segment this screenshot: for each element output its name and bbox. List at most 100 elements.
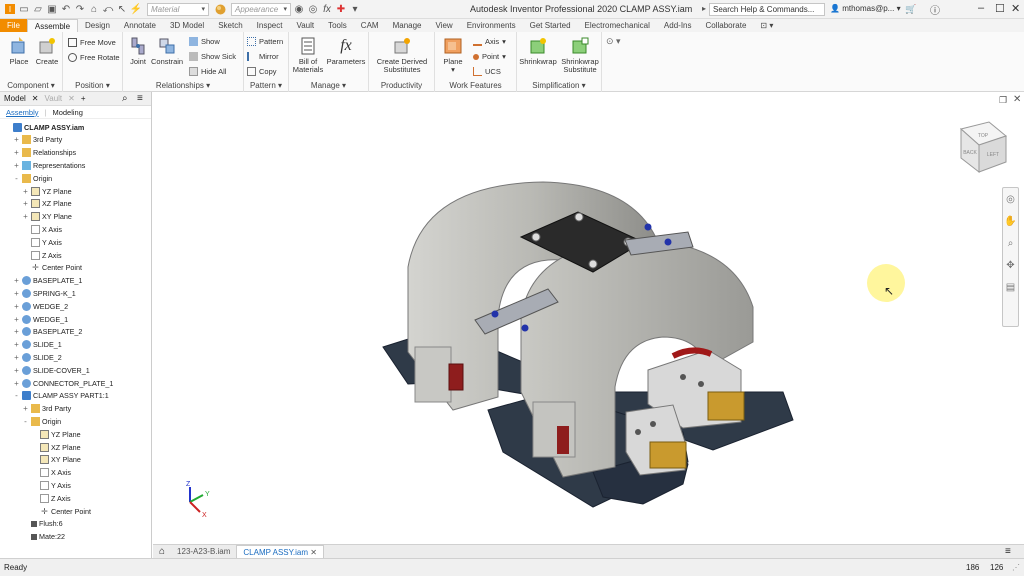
expand-toggle-icon[interactable]: + [13,302,20,311]
close-vault-tab-icon[interactable]: ✕ [68,94,75,103]
return-icon[interactable]: ⤺ [102,3,114,15]
tree-item[interactable]: + XY Plane [0,211,72,223]
panel-label-simplification[interactable]: Simplification ▾ [517,81,601,90]
ribbon-tab-get-started[interactable]: Get Started [523,19,578,32]
material-combo[interactable]: Material ▾ [147,2,209,16]
ribbon-tab-view[interactable]: View [429,19,460,32]
expand-toggle-icon[interactable]: - [13,174,20,183]
close-model-tab-icon[interactable]: ✕ [32,94,39,103]
tree-item[interactable]: +3rd Party [0,403,71,415]
expand-toggle-icon[interactable]: + [22,199,29,208]
ribbon-tab-electromechanical[interactable]: Electromechanical [578,19,657,32]
user-account[interactable]: 👤 mthomas@p... ▾ [830,4,901,13]
expand-toggle-icon[interactable]: + [13,353,20,362]
tree-item[interactable]: + Representations [0,159,85,171]
minimize-button[interactable]: – [978,2,984,14]
expand-toggle-icon[interactable]: + [13,327,20,336]
close-doc-tab-icon[interactable]: ✕ [310,548,317,557]
tree-item[interactable]: YZ Plane [0,428,81,440]
tree-item[interactable]: X Axis [0,467,71,479]
ribbon-tab-3d-model[interactable]: 3D Model [163,19,211,32]
ribbon-tab-environments[interactable]: Environments [460,19,523,32]
fx-icon[interactable]: fx [321,3,333,15]
tree-item[interactable]: Flush:6 [0,518,63,530]
save-icon[interactable]: ▣ [46,3,58,15]
tree-item[interactable]: + WEDGE_2 [0,300,68,312]
tree-item[interactable]: + CONNECTOR_PLATE_1 [0,377,113,389]
tree-item[interactable]: + BASEPLATE_1 [0,275,82,287]
panel-label-position[interactable]: Position ▾ [63,81,122,90]
viewport-restore-icon[interactable]: ❐ [999,95,1007,106]
expand-toggle-icon[interactable]: + [13,135,20,144]
pan-icon[interactable]: ✋ [1003,210,1018,232]
ribbon-tab-manage[interactable]: Manage [386,19,429,32]
tree-item[interactable]: + YZ Plane [0,185,72,197]
tree-item[interactable]: Y Axis [0,236,62,248]
tree-item[interactable]: + XZ Plane [0,198,72,210]
ribbon-tab-annotate[interactable]: Annotate [117,19,163,32]
home-icon[interactable]: ⌂ [88,3,100,15]
view-cube[interactable]: TOP BACK LEFT [959,121,1008,174]
undo-icon[interactable]: ↶ [60,3,72,15]
cart-icon[interactable]: 🛒 [905,4,916,15]
subtab-assembly[interactable]: Assembly [6,108,39,117]
expand-toggle-icon[interactable]: + [22,212,29,221]
doc-tab-0[interactable]: 123-A23-B.iam [171,545,236,558]
tree-item[interactable]: - CLAMP ASSY PART1:1 [0,390,109,402]
spring-rear[interactable] [448,363,464,391]
ribbon-tab-sketch[interactable]: Sketch [211,19,249,32]
expand-toggle-icon[interactable]: - [22,417,29,426]
help-icon[interactable]: ⓘ [930,2,940,17]
redo-icon[interactable]: ↷ [74,3,86,15]
mirror-button[interactable]: Mirror [247,51,279,62]
create-derived-substitutes-button[interactable]: Create Derived Substitutes [372,36,432,74]
expand-toggle-icon[interactable]: + [13,161,20,170]
tree-item[interactable]: +3rd Party [0,134,62,146]
tree-item[interactable]: - Origin [0,415,61,427]
expand-toggle-icon[interactable]: + [13,379,20,388]
ribbon-tab-tools[interactable]: Tools [321,19,354,32]
steering-wheel-icon[interactable]: ◎ [1003,188,1018,210]
open-icon[interactable]: ▱ [32,3,44,15]
graphics-viewport[interactable]: TOP BACK LEFT Z Y X ❐ ✕ [153,92,1024,544]
tree-item[interactable]: + SLIDE_1 [0,339,62,351]
ribbon-display-options-icon[interactable]: ⊡ ▾ [753,19,780,32]
assembly-model-view[interactable]: TOP BACK LEFT Z Y X [153,92,1024,544]
zoom-icon[interactable]: ⌕ [1003,232,1018,254]
tree-item[interactable]: XY Plane [0,454,81,466]
clear-appearance-icon[interactable]: ◎ [307,3,319,15]
viewport-close-icon[interactable]: ✕ [1013,94,1021,105]
tree-item[interactable]: + SLIDE_2 [0,351,62,363]
maximize-button[interactable]: ☐ [995,2,1005,15]
browser-search-icon[interactable]: ⌕ [122,93,128,104]
ribbon-tab-assemble[interactable]: Assemble [26,19,79,32]
ribbon-tab-cam[interactable]: CAM [354,19,386,32]
select-icon[interactable]: ↖ [116,3,128,15]
orbit-icon[interactable]: ✥ [1003,254,1018,276]
ucs-button[interactable]: UCS [473,66,501,77]
free-rotate-button[interactable]: Free Rotate [68,52,120,63]
parameters-button[interactable]: fx Parameters [325,36,367,66]
new-icon[interactable]: ▭ [18,3,30,15]
panel-label-manage[interactable]: Manage ▾ [289,81,368,90]
joint-button[interactable]: Joint [127,36,149,66]
plane-button[interactable]: Plane ▾ [439,36,467,74]
show-button[interactable]: Show [189,36,220,47]
ribbon-tab-inspect[interactable]: Inspect [250,19,290,32]
tree-item[interactable]: CLAMP ASSY.iam [0,121,84,133]
expand-toggle-icon[interactable]: + [22,404,29,413]
expand-toggle-icon[interactable]: + [13,340,20,349]
panel-label-relationships[interactable]: Relationships ▾ [123,81,243,90]
appearance-combo[interactable]: Appearance ▾ [231,2,291,16]
expand-toggle-icon[interactable]: + [13,366,20,375]
constrain-button[interactable]: Constrain [151,36,183,66]
place-button[interactable]: Place [6,36,32,66]
look-at-icon[interactable]: ▤ [1003,276,1018,298]
free-move-button[interactable]: Free Move [68,37,116,48]
hide-all-button[interactable]: Hide All [189,66,226,77]
doc-menu-icon[interactable]: ≡ [1005,546,1011,557]
ribbon-options-button[interactable]: ⊙ ▾ [606,36,621,47]
show-sick-button[interactable]: Show Sick [189,51,236,62]
tree-item[interactable]: Y Axis [0,479,71,491]
bill-of-materials-button[interactable]: Bill of Materials [291,36,325,74]
